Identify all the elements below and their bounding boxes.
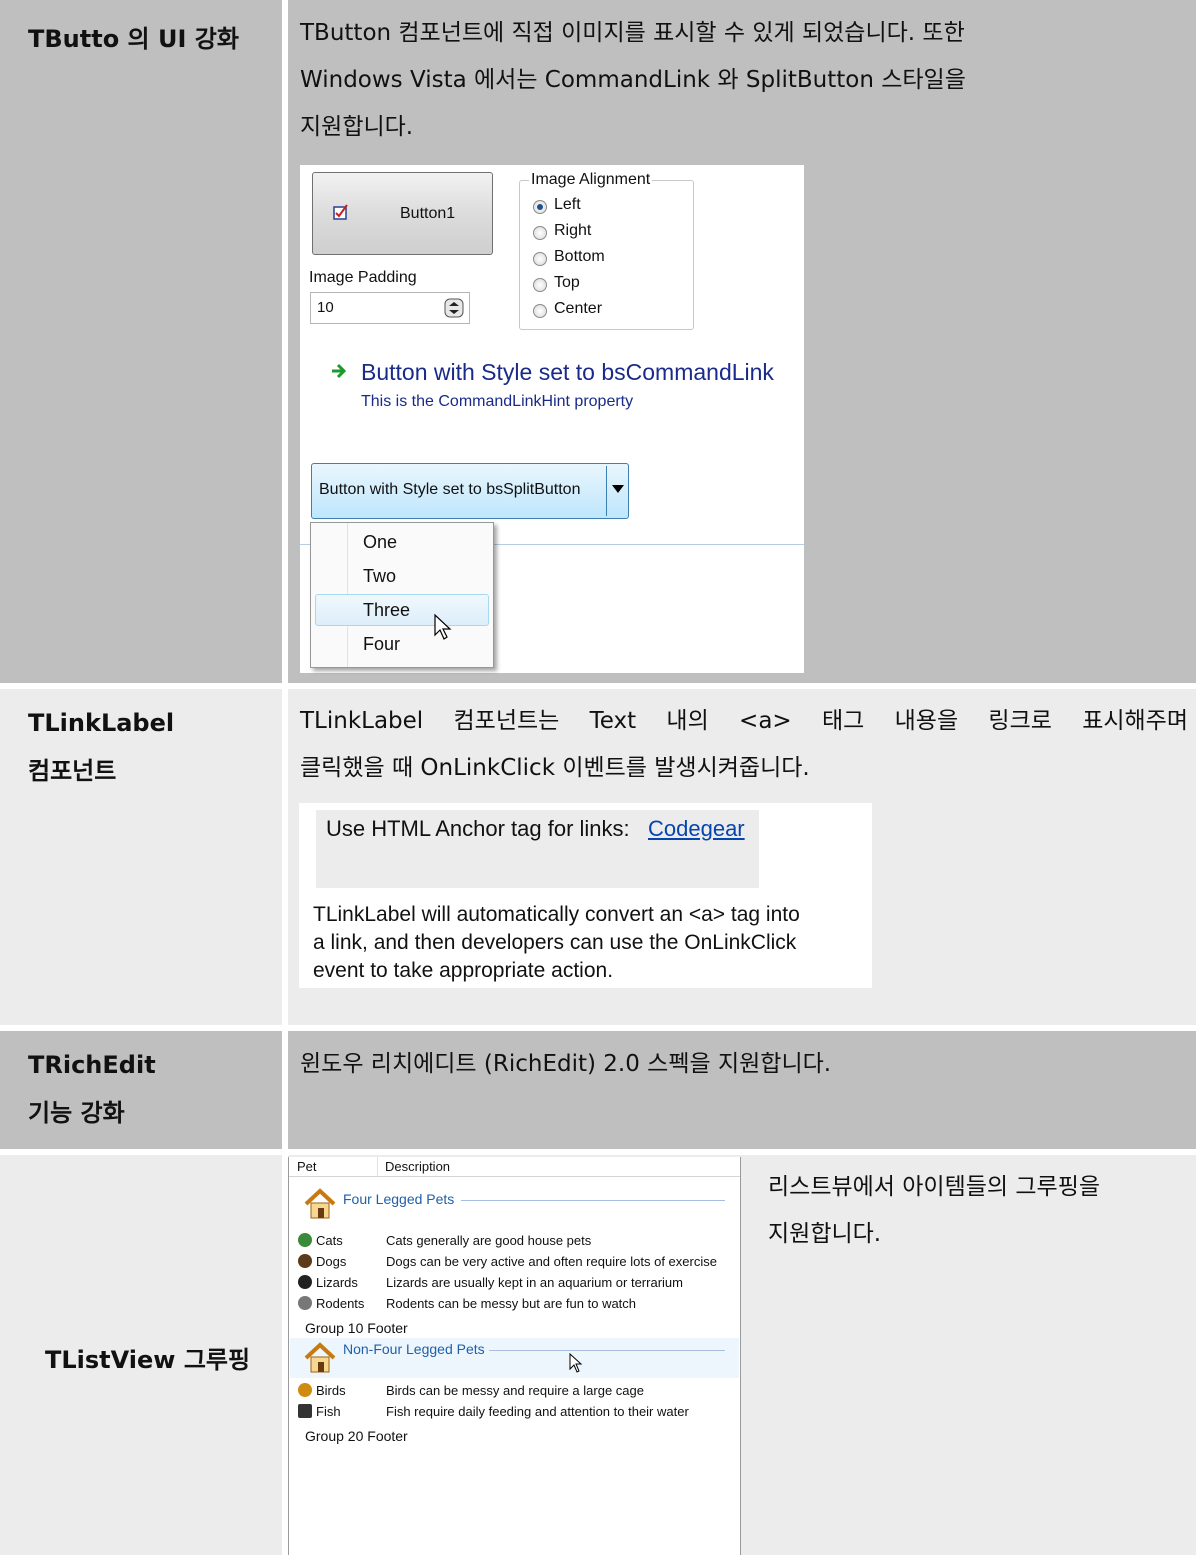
radio-top[interactable] — [533, 278, 547, 292]
list-item-name[interactable]: Cats — [316, 1233, 343, 1248]
group-header-non-four-legged[interactable]: Non-Four Legged Pets — [343, 1341, 485, 1357]
list-item-desc: Birds can be messy and require a large c… — [386, 1383, 644, 1398]
row3-label-line: TRichEdit — [28, 1051, 156, 1079]
row4-desc: 리스트뷰에서 아이템들의 그루핑을 지원합니다. — [768, 1164, 1100, 1258]
spin-updown-icon[interactable] — [444, 298, 464, 318]
lizard-icon — [298, 1275, 312, 1289]
row4-label-cell: TListView 그루핑 — [0, 1155, 282, 1555]
row2-label-cell: TLinkLabel 컴포넌트 — [0, 689, 282, 1025]
radio-bottom-label: Bottom — [554, 248, 605, 265]
image-padding-label: Image Padding — [309, 269, 417, 286]
list-item-name[interactable]: Fish — [316, 1404, 341, 1419]
row4-label: TListView 그루핑 — [45, 1346, 251, 1374]
row4-desc-line: 리스트뷰에서 아이템들의 그루핑을 — [768, 1174, 1101, 1200]
button-demo-screenshot: Button1 Image Alignment Left Right Botto… — [300, 165, 804, 673]
menu-item-three[interactable]: Three — [363, 600, 410, 621]
radio-left[interactable] — [533, 200, 547, 214]
image-alignment-title: Image Alignment — [529, 171, 653, 189]
list-item-desc: Lizards are usually kept in an aquarium … — [386, 1275, 683, 1290]
row4-desc-line: 지원합니다. — [768, 1221, 882, 1247]
group-header-line — [461, 1200, 725, 1201]
house-icon — [304, 1342, 336, 1373]
row3-label-cell: TRichEdit 기능 강화 — [0, 1031, 282, 1149]
link-label-prefix: Use HTML Anchor tag for links: — [326, 816, 630, 841]
radio-center-label: Center — [554, 300, 603, 317]
row2-label-line: TLinkLabel — [28, 709, 175, 737]
rodent-icon — [298, 1296, 312, 1310]
radio-left-label: Left — [554, 196, 581, 213]
row3-desc-cell: 윈도우 리치에디트 (RichEdit) 2.0 스펙을 지원합니다. — [288, 1031, 1196, 1149]
list-item-desc: Rodents can be messy but are fun to watc… — [386, 1296, 637, 1311]
image-padding-value: 10 — [317, 299, 334, 316]
button1-label: Button1 — [400, 205, 456, 222]
group-footer: Group 20 Footer — [305, 1428, 408, 1444]
list-item-desc: Fish require daily feeding and attention… — [386, 1404, 689, 1419]
row3-label: TRichEdit 기능 강화 — [28, 1041, 156, 1137]
menu-item-two[interactable]: Two — [363, 566, 396, 587]
list-item-desc: Dogs can be very active and often requir… — [386, 1254, 717, 1269]
list-item-name[interactable]: Dogs — [316, 1254, 346, 1269]
radio-top-label: Top — [554, 274, 580, 291]
cat-icon — [298, 1233, 312, 1247]
row1-label-cell: TButto 의 UI 강화 — [0, 0, 282, 683]
row1-desc: TButton 컴포넌트에 직접 이미지를 표시할 수 있게 되었습니다. 또한… — [300, 10, 966, 151]
mouse-cursor-icon — [434, 613, 452, 640]
row1-desc-cell: TButton 컴포넌트에 직접 이미지를 표시할 수 있게 되었습니다. 또한… — [288, 0, 1196, 683]
fish-icon — [298, 1404, 312, 1418]
row3-desc: 윈도우 리치에디트 (RichEdit) 2.0 스펙을 지원합니다. — [300, 1051, 832, 1077]
link-demo-body: TLinkLabel will automatically convert an… — [313, 901, 800, 985]
row2-desc: TLinkLabel 컴포넌트는 Text 내의 <a> 태그 내용을 링크로 … — [300, 698, 1188, 792]
row2-desc-cell: TLinkLabel 컴포넌트는 Text 내의 <a> 태그 내용을 링크로 … — [288, 689, 1196, 1025]
command-link-arrow-icon — [332, 363, 347, 379]
group-footer: Group 10 Footer — [305, 1320, 408, 1336]
link-demo-body-line: event to take appropriate action. — [313, 959, 614, 982]
house-icon — [304, 1188, 336, 1219]
split-button-label: Button with Style set to bsSplitButton — [319, 481, 581, 498]
row1-desc-line: Windows Vista 에서는 CommandLink 와 SplitBut… — [300, 67, 966, 93]
row2-label-line: 컴포넌트 — [28, 757, 117, 785]
chevron-down-icon[interactable] — [611, 484, 625, 494]
link-demo-screenshot: Use HTML Anchor tag for links: Codegear … — [299, 803, 872, 988]
list-item-name[interactable]: Rodents — [316, 1296, 364, 1311]
row1-desc-line: 지원합니다. — [300, 114, 414, 140]
row1-desc-line: TButton 컴포넌트에 직접 이미지를 표시할 수 있게 되었습니다. 또한 — [300, 20, 965, 46]
image-padding-spinedit[interactable]: 10 — [310, 292, 470, 324]
row4-desc-cell: Pet Description Four Legged Pets Cats Ca… — [288, 1155, 1196, 1555]
codegear-link[interactable]: Codegear — [648, 816, 745, 842]
radio-bottom[interactable] — [533, 252, 547, 266]
dog-icon — [298, 1254, 312, 1268]
link-demo-body-line: a link, and then developers can use the … — [313, 931, 797, 954]
list-item-name[interactable]: Lizards — [316, 1275, 358, 1290]
radio-right-label: Right — [554, 222, 592, 239]
row2-label: TLinkLabel 컴포넌트 — [28, 699, 174, 795]
split-button[interactable]: Button with Style set to bsSplitButton — [311, 463, 629, 519]
row2-desc-line: 클릭했을 때 OnLinkClick 이벤트를 발생시켜줍니다. — [300, 755, 810, 781]
bird-icon — [298, 1383, 312, 1397]
column-header-pet[interactable]: Pet — [297, 1159, 317, 1174]
menu-item-one[interactable]: One — [363, 532, 397, 553]
row2-desc-line: TLinkLabel 컴포넌트는 Text 내의 <a> 태그 내용을 링크로 … — [300, 708, 1188, 734]
list-item-desc: Cats generally are good house pets — [386, 1233, 592, 1248]
group-header-line — [489, 1350, 725, 1351]
group-header-four-legged[interactable]: Four Legged Pets — [343, 1191, 454, 1207]
listview-screenshot: Pet Description Four Legged Pets Cats Ca… — [288, 1157, 741, 1555]
row3-label-line: 기능 강화 — [28, 1099, 125, 1127]
column-divider[interactable] — [377, 1157, 378, 1176]
column-header-description[interactable]: Description — [385, 1159, 450, 1174]
list-item-name[interactable]: Birds — [316, 1383, 346, 1398]
checkbox-image-icon — [333, 204, 348, 220]
listview-header: Pet Description — [289, 1157, 740, 1177]
radio-center[interactable] — [533, 304, 547, 318]
row1-label: TButto 의 UI 강화 — [28, 25, 239, 53]
split-button-menu: One Two Three Four — [310, 522, 494, 668]
mouse-cursor-icon — [569, 1352, 583, 1373]
command-link-button[interactable]: Button with Style set to bsCommandLink — [361, 359, 774, 386]
link-demo-body-line: TLinkLabel will automatically convert an… — [313, 903, 800, 926]
split-divider — [606, 466, 607, 516]
button1[interactable]: Button1 — [312, 172, 493, 255]
command-link-hint: This is the CommandLinkHint property — [361, 393, 634, 410]
menu-item-four[interactable]: Four — [363, 634, 400, 655]
radio-right[interactable] — [533, 226, 547, 240]
